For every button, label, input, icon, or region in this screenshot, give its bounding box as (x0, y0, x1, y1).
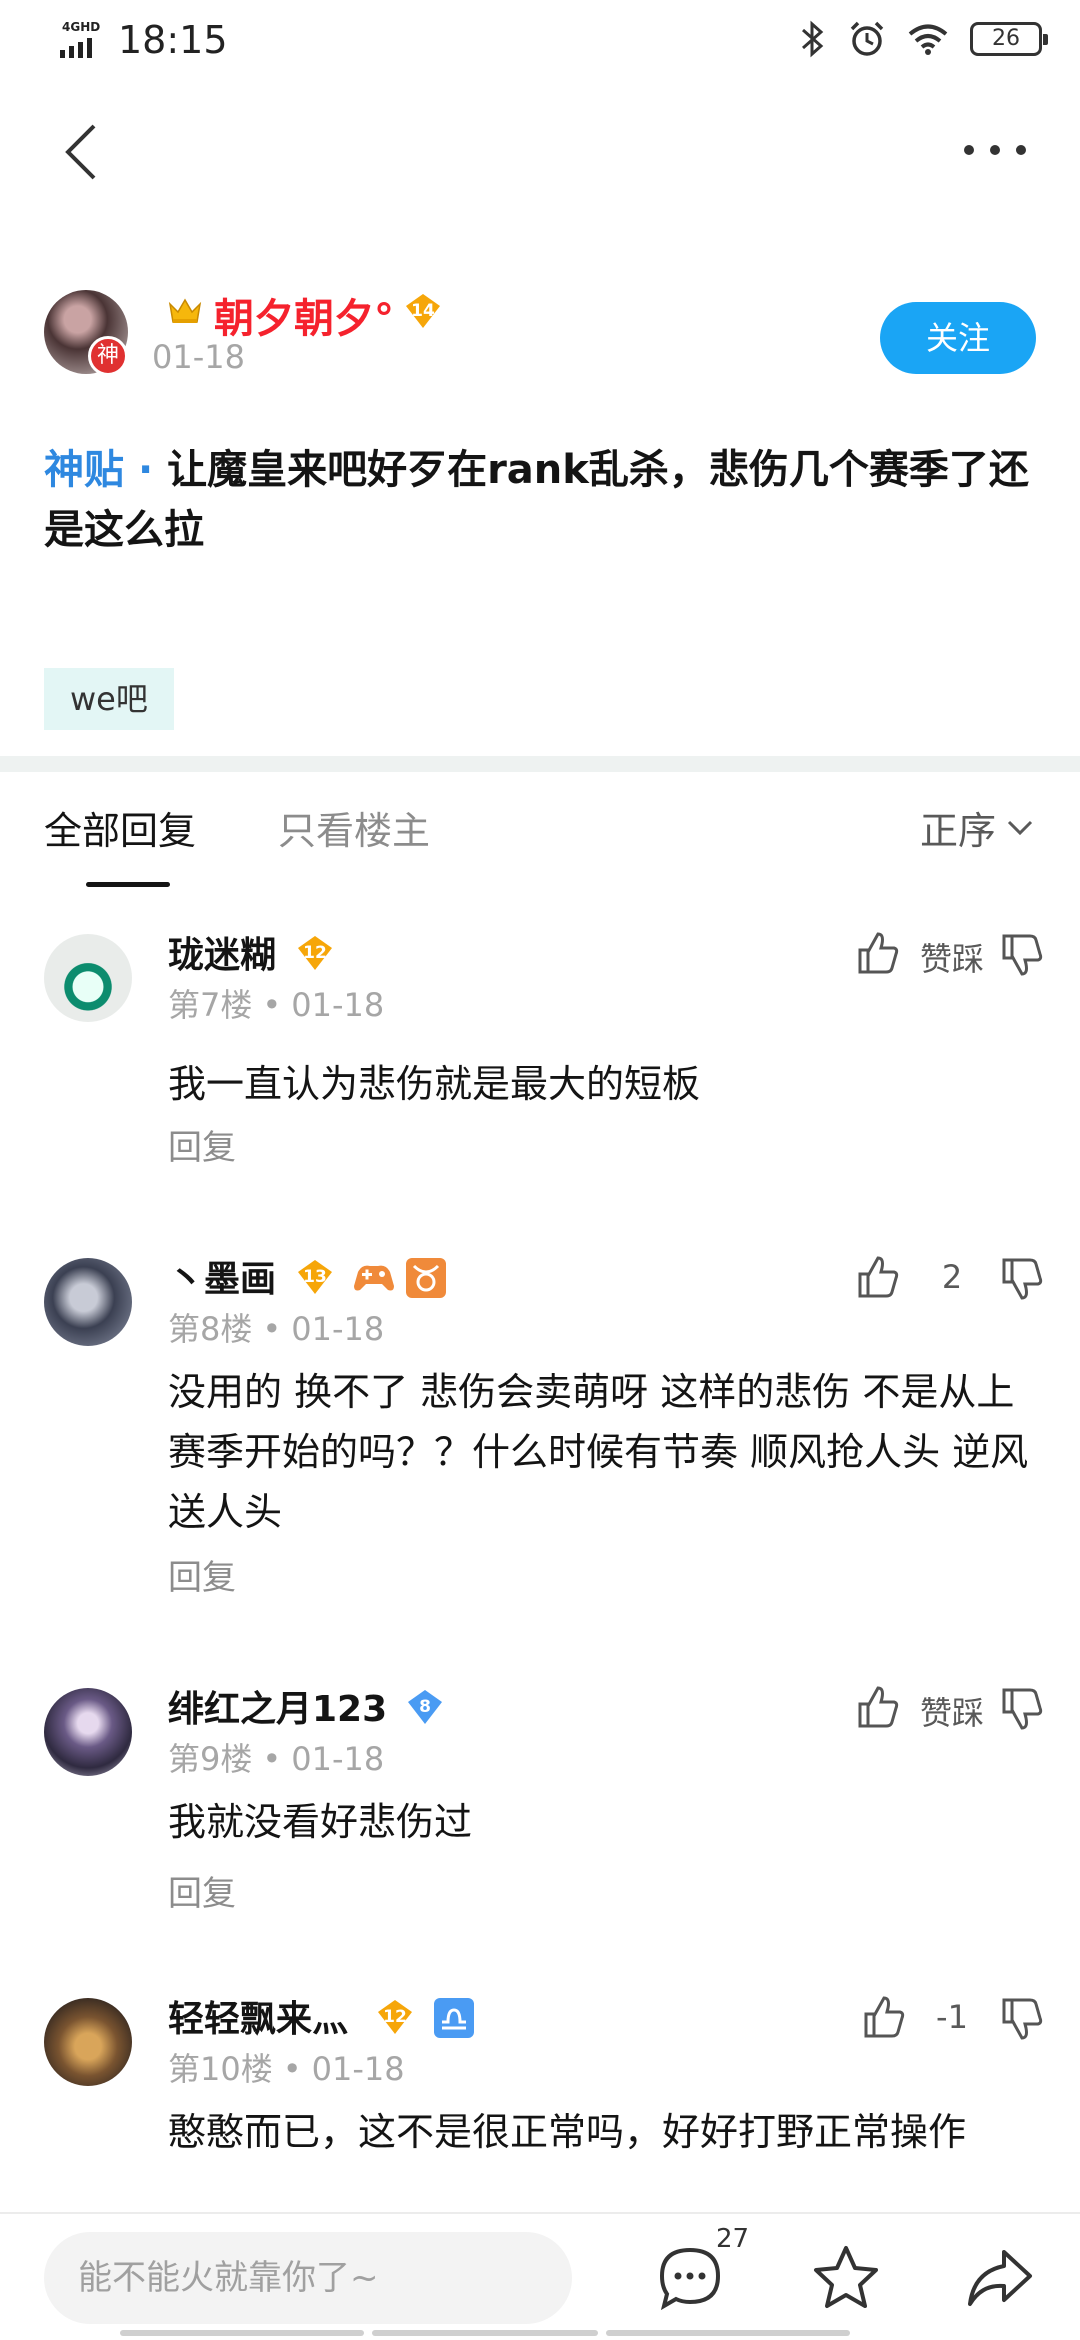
reply-avatar[interactable] (44, 1258, 132, 1346)
status-time: 18:15 (118, 18, 228, 62)
thumbs-down-icon[interactable] (1000, 932, 1044, 980)
comment-input[interactable] (44, 2232, 572, 2324)
thumbs-down-icon[interactable] (1000, 1996, 1044, 2044)
vote-count: -1 (936, 1998, 968, 2036)
sort-order-button[interactable]: 正序 (920, 800, 996, 855)
back-arrow-icon[interactable] (60, 122, 104, 182)
thumbs-down-icon[interactable] (1000, 1256, 1044, 1304)
network-type: 4GHD (62, 20, 101, 34)
home-indicator (0, 2330, 1080, 2340)
more-options-icon[interactable] (964, 128, 1028, 172)
reply-action[interactable]: 回复 (168, 1866, 236, 1915)
reply-meta: 第7楼 • 01-18 (168, 986, 385, 1024)
game-controller-icon (354, 1265, 394, 1291)
reply-action[interactable]: 回复 (168, 1120, 236, 1169)
reply-meta: 第8楼 • 01-18 (168, 1310, 385, 1348)
reply-username[interactable]: 丶墨画 (168, 1250, 276, 1302)
active-tab-indicator (86, 882, 170, 887)
chevron-down-icon[interactable] (1006, 818, 1034, 838)
comment-count: 27 (716, 2224, 750, 2254)
reply-content: 我一直认为悲伤就是最大的短板 (168, 1062, 701, 1106)
level-badge: 12 (296, 934, 334, 972)
libra-zodiac-icon (434, 1998, 474, 2038)
level-badge: 14 (404, 292, 442, 330)
bluetooth-icon (802, 20, 824, 58)
god-post-tag: 神贴 (44, 447, 124, 493)
forum-tag[interactable]: we吧 (44, 668, 174, 730)
tab-all-replies[interactable]: 全部回复 (44, 800, 196, 855)
level-badge: 13 (296, 1258, 334, 1296)
thumbs-up-icon[interactable] (856, 928, 900, 976)
reply-content: 没用的 换不了 悲伤会卖萌呀 这样的悲伤 不是从上赛季开始的吗？？什么时候有节奏… (168, 1370, 1029, 1534)
reply-avatar[interactable] (44, 1688, 132, 1776)
reply-meta: 第9楼 • 01-18 (168, 1740, 385, 1778)
level-badge: 8 (406, 1688, 444, 1726)
status-bar: 4GHD 18:15 26 (0, 0, 1080, 84)
reply-username[interactable]: 绯红之月123 (168, 1680, 387, 1732)
tab-owner-only[interactable]: 只看楼主 (278, 800, 430, 855)
level-badge: 12 (376, 1998, 414, 2036)
thumbs-up-icon[interactable] (862, 1992, 906, 2040)
thumbs-up-icon[interactable] (856, 1682, 900, 1730)
vote-count: 2 (941, 1258, 963, 1296)
thumbs-down-icon[interactable] (1000, 1686, 1044, 1734)
reply-avatar[interactable] (44, 934, 132, 1022)
alarm-icon (850, 21, 884, 56)
crown-icon (168, 298, 202, 323)
reply-username[interactable]: 轻轻飘来灬 (168, 1990, 348, 2042)
author-name[interactable]: 朝夕朝夕° (214, 286, 394, 344)
vote-count: 赞踩 (919, 1694, 984, 1732)
reply-meta: 第10楼 • 01-18 (168, 2050, 405, 2088)
wifi-icon (908, 24, 948, 55)
vote-count: 赞踩 (919, 940, 984, 978)
signal-icon: 4GHD (60, 20, 106, 58)
bottom-action-bar: 27 (0, 2212, 1080, 2340)
title-separator: · (137, 447, 154, 493)
reply-content: 憨憨而已，这不是很正常吗，好好打野正常操作 (168, 2110, 967, 2154)
reply-avatar[interactable] (44, 1998, 132, 2086)
share-icon[interactable] (964, 2242, 1036, 2314)
post-title: 神贴 · 让魔皇来吧好歹在rank乱杀，悲伤几个赛季了还是这么拉 (44, 440, 1044, 560)
battery-indicator: 26 (970, 22, 1048, 56)
post-title-text: 让魔皇来吧好歹在rank乱杀，悲伤几个赛季了还是这么拉 (44, 447, 1029, 553)
follow-button[interactable]: 关注 (880, 302, 1036, 374)
star-icon[interactable] (810, 2242, 882, 2314)
section-divider (0, 756, 1080, 772)
thumbs-up-icon[interactable] (856, 1252, 900, 1300)
god-badge: 神 (88, 336, 128, 376)
taurus-zodiac-icon (406, 1258, 446, 1298)
post-date: 01-18 (152, 338, 245, 376)
reply-username[interactable]: 珑迷糊 (168, 926, 276, 978)
reply-action[interactable]: 回复 (168, 1550, 236, 1599)
reply-content: 我就没看好悲伤过 (168, 1800, 473, 1844)
